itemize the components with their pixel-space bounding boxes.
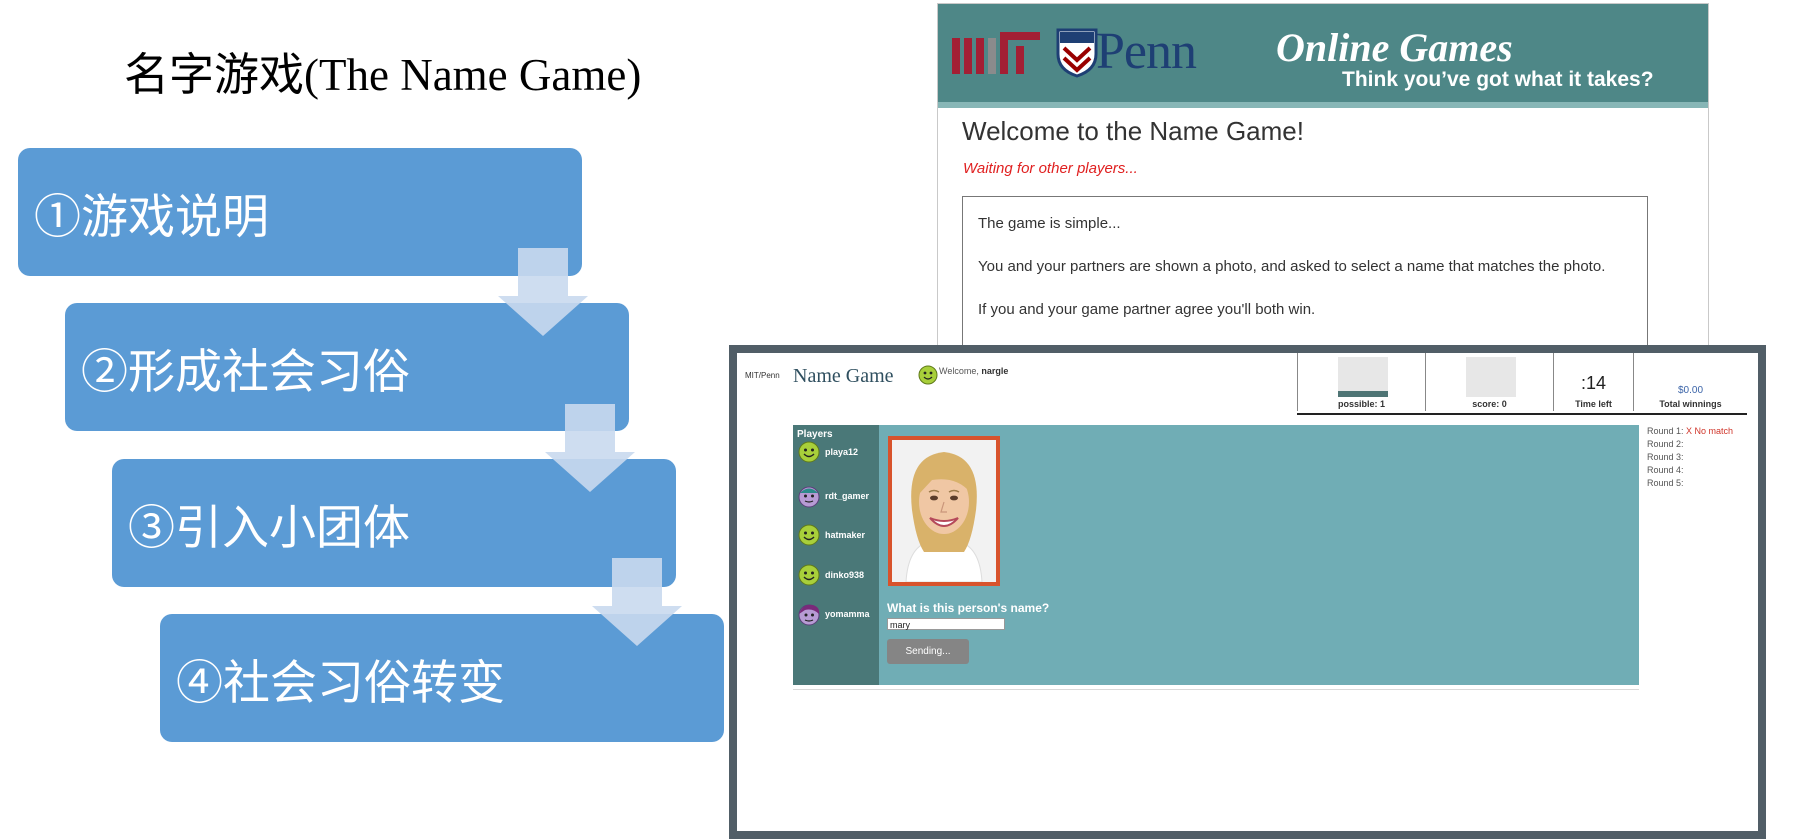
game-title: Name Game bbox=[793, 365, 894, 387]
round-row: Round 3: bbox=[1647, 451, 1733, 464]
person-photo bbox=[892, 440, 996, 582]
player-name: dinko938 bbox=[825, 570, 865, 580]
player-name: yomamma bbox=[825, 609, 870, 619]
user-avatar-icon bbox=[918, 365, 938, 385]
slide-title: 名字游戏(The Name Game) bbox=[124, 50, 642, 100]
players-panel: Players playa12 rdt_gamer hatmaker dinko… bbox=[793, 425, 879, 685]
welcome-heading: Welcome to the Name Game! bbox=[962, 116, 1304, 146]
time-stat: :14 Time left bbox=[1553, 353, 1633, 411]
header-title: Online Games bbox=[1276, 25, 1513, 70]
rules-line: If you and your game partner agree you'l… bbox=[978, 301, 1316, 318]
rules-line: The game is simple... bbox=[978, 215, 1121, 232]
green-smiley-icon bbox=[798, 441, 820, 463]
player-item: playa12 bbox=[797, 439, 858, 465]
username: nargle bbox=[981, 366, 1009, 376]
rounds-list: Round 1: X No match Round 2: Round 3: Ro… bbox=[1647, 425, 1733, 490]
intro-screenshot: Penn Online Games Think you’ve got what … bbox=[937, 3, 1709, 348]
round-label: Round 1: bbox=[1647, 426, 1684, 436]
green-smiley-icon bbox=[798, 524, 820, 546]
score-label: score: 0 bbox=[1472, 399, 1507, 409]
player-item: yomamma bbox=[797, 601, 870, 627]
green-smiley-icon bbox=[798, 564, 820, 586]
mit-logo-icon bbox=[952, 32, 1040, 74]
player-name: playa12 bbox=[825, 447, 859, 457]
purple-hair-face-icon bbox=[798, 604, 820, 626]
penn-shield-icon bbox=[1056, 28, 1098, 78]
stats-bar: possible: 1 score: 0 :14 Time left $0.00… bbox=[1297, 353, 1747, 415]
question-text: What is this person's name? bbox=[887, 601, 1050, 615]
down-arrow-icon bbox=[545, 404, 635, 492]
site-header: Penn Online Games Think you’ve got what … bbox=[938, 4, 1708, 108]
person-photo-frame bbox=[888, 436, 1000, 586]
winnings-value: $0.00 bbox=[1677, 385, 1704, 396]
round-row: Round 5: bbox=[1647, 477, 1733, 490]
round-row: Round 1: X No match bbox=[1647, 425, 1733, 438]
player-item: dinko938 bbox=[797, 562, 864, 588]
player-name: hatmaker bbox=[825, 530, 866, 540]
possible-label: possible: 1 bbox=[1337, 399, 1385, 409]
welcome-prefix: Welcome, bbox=[939, 366, 979, 376]
waiting-status: Waiting for other players... bbox=[963, 160, 1138, 177]
down-arrow-icon bbox=[498, 248, 588, 336]
sending-button[interactable]: Sending... bbox=[887, 639, 969, 664]
time-label: Time left bbox=[1575, 399, 1612, 409]
game-area: Players playa12 rdt_gamer hatmaker dinko… bbox=[793, 425, 1639, 685]
round-row: Round 2: bbox=[1647, 438, 1733, 451]
rules-box: The game is simple... You and your partn… bbox=[962, 196, 1648, 348]
winnings-label: Total winnings bbox=[1659, 399, 1722, 409]
down-arrow-icon bbox=[592, 558, 682, 646]
person-photo-image bbox=[892, 440, 996, 582]
winnings-stat: $0.00 Total winnings bbox=[1633, 353, 1747, 411]
player-item: rdt_gamer bbox=[797, 483, 869, 509]
name-answer-input[interactable]: mary bbox=[887, 618, 1005, 630]
welcome-user: Welcome, nargle bbox=[939, 366, 1008, 376]
round-label: Round 5: bbox=[1647, 478, 1684, 488]
score-stat: score: 0 bbox=[1425, 353, 1553, 411]
game-screenshot: MIT/Penn Name Game Welcome, nargle possi… bbox=[729, 345, 1766, 839]
possible-meter bbox=[1338, 357, 1388, 397]
round-row: Round 4: bbox=[1647, 464, 1733, 477]
round-label: Round 3: bbox=[1647, 452, 1684, 462]
player-item: hatmaker bbox=[797, 522, 865, 548]
possible-stat: possible: 1 bbox=[1297, 353, 1425, 411]
small-logo: MIT/Penn bbox=[745, 371, 780, 380]
score-meter bbox=[1466, 357, 1516, 397]
round-result: X No match bbox=[1686, 426, 1734, 436]
header-subtitle: Think you’ve got what it takes? bbox=[1342, 68, 1654, 91]
rules-line: You and your partners are shown a photo,… bbox=[978, 258, 1606, 275]
round-label: Round 2: bbox=[1647, 439, 1684, 449]
player-name: rdt_gamer bbox=[825, 491, 870, 501]
round-label: Round 4: bbox=[1647, 465, 1684, 475]
divider bbox=[793, 689, 1639, 690]
purple-face-icon bbox=[798, 486, 820, 508]
penn-logo-text: Penn bbox=[1096, 23, 1197, 80]
time-value: :14 bbox=[1580, 373, 1607, 393]
